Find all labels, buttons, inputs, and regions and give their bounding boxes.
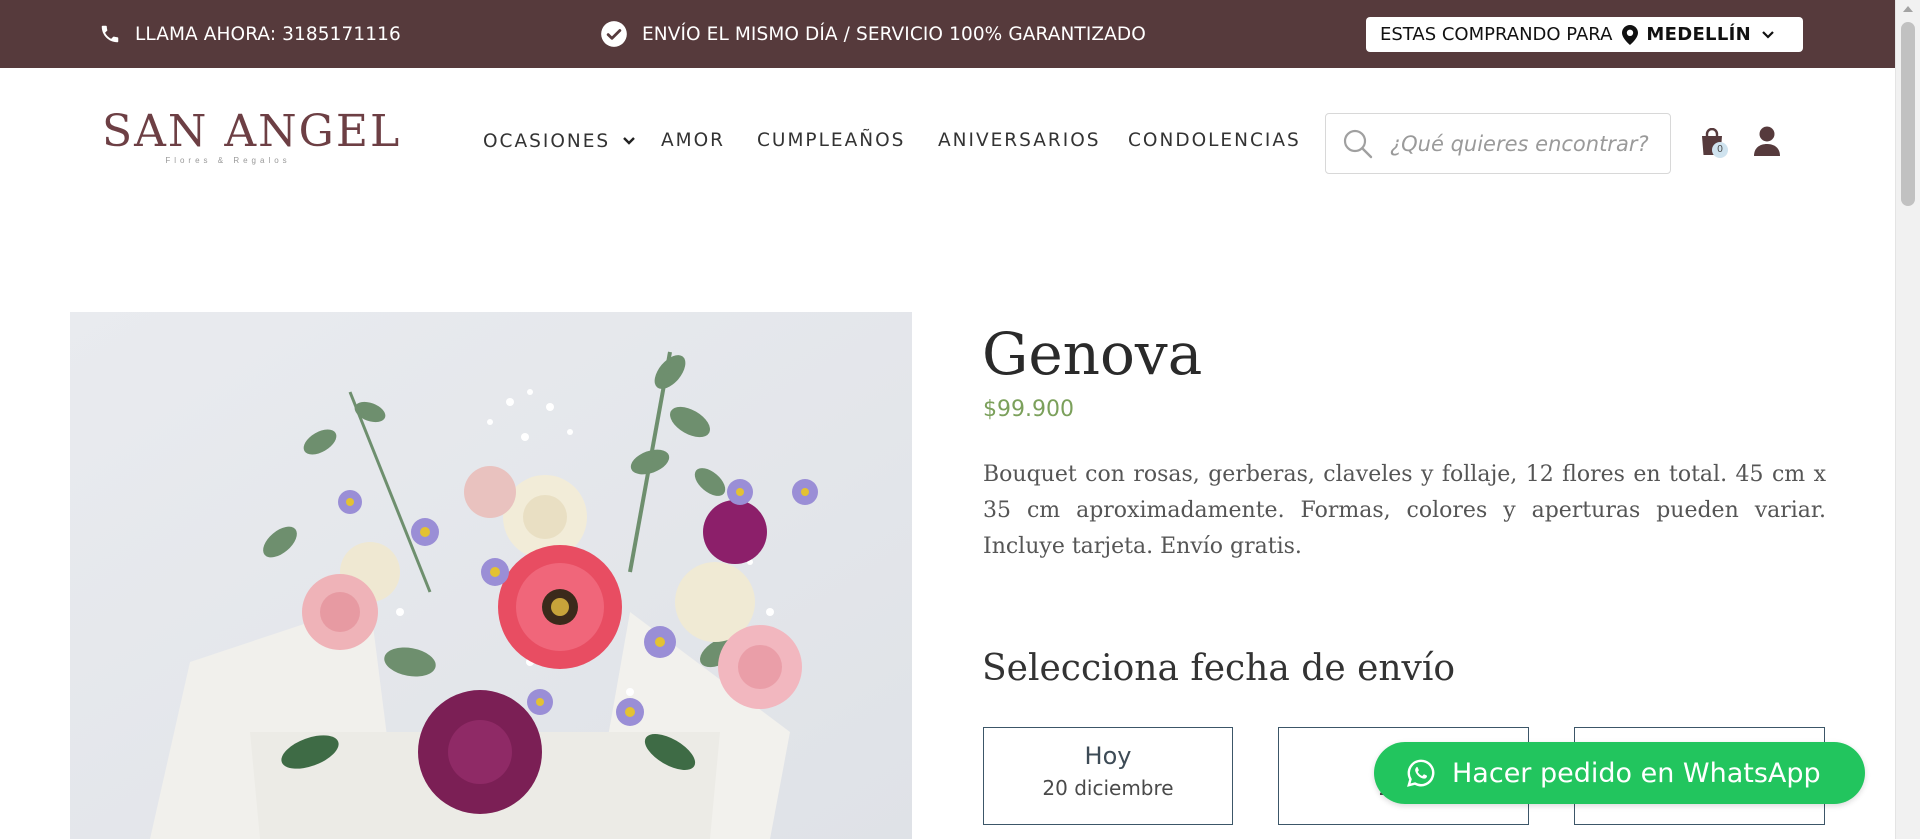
search-icon[interactable]: [1342, 128, 1374, 160]
logo[interactable]: SAN ANGEL Flores & Regalos: [102, 106, 402, 174]
logo-title: SAN ANGEL: [102, 106, 402, 157]
chevron-down-icon: [1761, 30, 1775, 40]
nav-aniversarios[interactable]: ANIVERSARIOS: [938, 130, 1101, 151]
product-price: $99.900: [983, 397, 1074, 422]
nav-ocasiones[interactable]: OCASIONES: [483, 130, 636, 152]
scroll-up-arrow-icon[interactable]: [1903, 6, 1913, 12]
product-image[interactable]: [70, 312, 912, 839]
chevron-down-icon: [622, 130, 636, 151]
logo-subtitle: Flores & Regalos: [165, 156, 291, 165]
whatsapp-label: Hacer pedido en WhatsApp: [1452, 757, 1821, 789]
date-option-label: Hoy: [1084, 742, 1132, 770]
nav-label: OCASIONES: [483, 131, 611, 152]
check-circle-icon: [600, 20, 628, 48]
same-day-shipping: ENVÍO EL MISMO DÍA / SERVICIO 100% GARAN…: [600, 0, 1146, 68]
call-now[interactable]: LLAMA AHORA: 3185171116: [99, 0, 401, 68]
product-description: Bouquet con rosas, gerberas, claveles y …: [983, 462, 1826, 559]
cart-count: 0: [1712, 142, 1728, 158]
cart-button[interactable]: 0: [1700, 127, 1728, 158]
phone-icon: [99, 23, 121, 45]
shipping-text: ENVÍO EL MISMO DÍA / SERVICIO 100% GARAN…: [642, 23, 1146, 45]
nav-cumpleanos[interactable]: CUMPLEAÑOS: [757, 130, 905, 151]
date-option-date: 20 diciembre: [1042, 776, 1174, 800]
whatsapp-order-button[interactable]: Hacer pedido en WhatsApp: [1374, 742, 1865, 804]
flower-bouquet-image: [70, 312, 912, 839]
location-selector[interactable]: ESTAS COMPRANDO PARA MEDELLÍN: [1366, 17, 1803, 52]
nav-condolencias[interactable]: CONDOLENCIAS: [1128, 130, 1301, 151]
scrollbar-thumb[interactable]: [1901, 22, 1915, 206]
search-input[interactable]: [1388, 130, 1652, 157]
delivery-date-title: Selecciona fecha de envío: [982, 648, 1456, 689]
user-icon: [1754, 126, 1780, 160]
whatsapp-icon: [1406, 758, 1436, 788]
location-city: MEDELLÍN: [1646, 24, 1751, 45]
date-option-today[interactable]: Hoy 20 diciembre: [983, 727, 1233, 825]
phone-text: LLAMA AHORA: 3185171116: [135, 23, 401, 45]
product-title: Genova: [982, 320, 1203, 388]
map-pin-icon: [1622, 24, 1639, 45]
account-button[interactable]: [1754, 126, 1780, 161]
top-bar: LLAMA AHORA: 3185171116 ENVÍO EL MISMO D…: [0, 0, 1895, 68]
nav-amor[interactable]: AMOR: [661, 130, 725, 151]
page-scrollbar[interactable]: [1895, 0, 1920, 839]
search-box: [1325, 113, 1671, 174]
location-prefix: ESTAS COMPRANDO PARA: [1380, 24, 1613, 45]
